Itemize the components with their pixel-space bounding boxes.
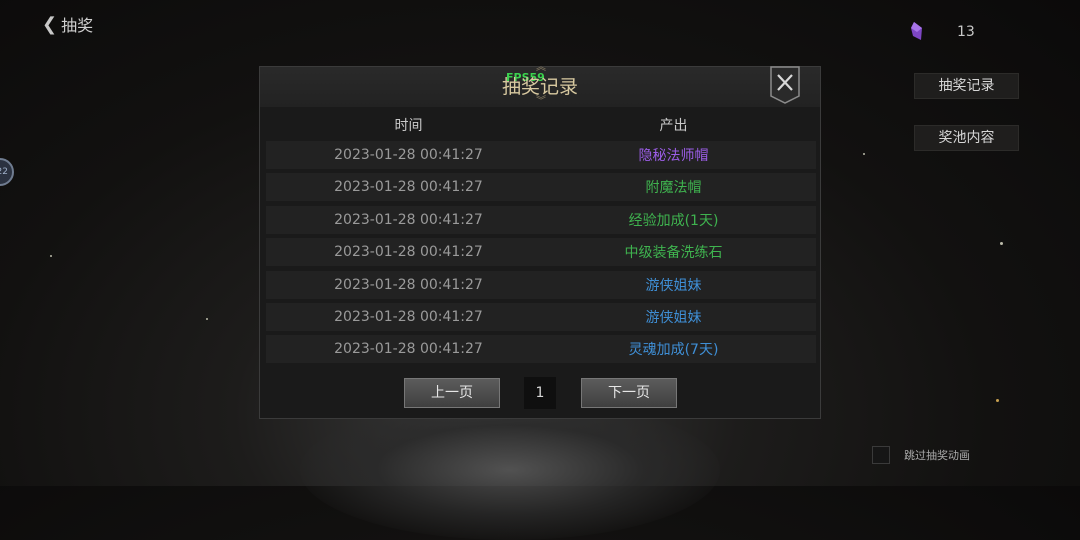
background-star — [996, 399, 999, 402]
table-header: 时间 产出 — [266, 111, 816, 139]
row-item: 游侠姐妹 — [645, 277, 702, 294]
row-time: 2023-01-28 00:41:27 — [334, 309, 483, 325]
purple-crystal-icon — [911, 22, 922, 40]
row-item: 中级装备洗练石 — [624, 245, 723, 262]
back-label: 抽奖 — [61, 16, 94, 35]
row-time: 2023-01-28 00:41:27 — [334, 147, 483, 163]
row-item: 隐秘法师帽 — [638, 148, 709, 164]
table-row: 2023-01-28 00:41:27 游侠姐妹 — [266, 303, 816, 331]
skip-animation-label: 跳过抽奖动画 — [904, 449, 970, 462]
table-row: 2023-01-28 00:41:27 隐秘法师帽 — [266, 141, 816, 169]
prize-pool-button[interactable]: 奖池内容 — [914, 125, 1019, 151]
chevron-left-icon: ❮ — [42, 13, 58, 35]
level-badge[interactable]: 22 — [0, 158, 14, 186]
table-row: 2023-01-28 00:41:27 游侠姐妹 — [266, 270, 816, 299]
skip-animation-toggle[interactable]: 跳过抽奖动画 — [872, 446, 970, 464]
currency-count: 13 — [957, 24, 975, 40]
close-icon[interactable] — [770, 66, 800, 104]
row-item: 附魔法帽 — [645, 180, 702, 197]
ornament-bottom-icon: ︾ — [536, 96, 546, 107]
page-number: 1 — [524, 377, 556, 409]
back-button[interactable]: ❮ 抽奖 — [42, 12, 93, 36]
background-star — [863, 153, 865, 155]
background-star — [206, 318, 208, 320]
row-item: 灵魂加成(7天) — [628, 342, 719, 359]
row-item: 游侠姐妹 — [645, 310, 702, 326]
row-time: 2023-01-28 00:41:27 — [334, 244, 483, 261]
draw-history-button[interactable]: 抽奖记录 — [914, 73, 1019, 99]
table-row: 2023-01-28 00:41:27 中级装备洗练石 — [266, 238, 816, 267]
next-page-button[interactable]: 下一页 — [581, 378, 677, 408]
table-row: 2023-01-28 00:41:27 附魔法帽 — [266, 173, 816, 202]
table-row: 2023-01-28 00:41:27 经验加成(1天) — [266, 205, 816, 234]
row-time: 2023-01-28 00:41:27 — [334, 179, 483, 196]
dialog-title: 抽奖记录 — [501, 76, 578, 98]
row-time: 2023-01-28 00:41:27 — [334, 276, 483, 293]
pagination: 上一页 1 下一页 — [260, 377, 820, 409]
column-header-time: 时间 — [394, 118, 423, 134]
background-star — [1000, 242, 1003, 245]
history-table: 时间 产出 2023-01-28 00:41:27 隐秘法师帽 2023-01-28… — [266, 111, 816, 364]
table-row: 2023-01-28 00:41:27 灵魂加成(7天) — [266, 335, 816, 364]
draw-history-dialog: ︽ FPS59 抽奖记录 ︾ 时间 产出 2023-01-28 00:41:27… — [259, 63, 821, 419]
background-orb — [300, 400, 720, 540]
row-item: 经验加成(1天) — [628, 212, 719, 229]
background-star — [50, 255, 52, 257]
row-time: 2023-01-28 00:41:27 — [334, 211, 483, 228]
skip-animation-checkbox[interactable] — [872, 446, 890, 464]
row-time: 2023-01-28 00:41:27 — [334, 341, 483, 358]
prev-page-button[interactable]: 上一页 — [404, 378, 500, 408]
column-header-output: 产出 — [659, 118, 688, 134]
dialog-header: ︽ FPS59 抽奖记录 ︾ — [260, 63, 820, 107]
